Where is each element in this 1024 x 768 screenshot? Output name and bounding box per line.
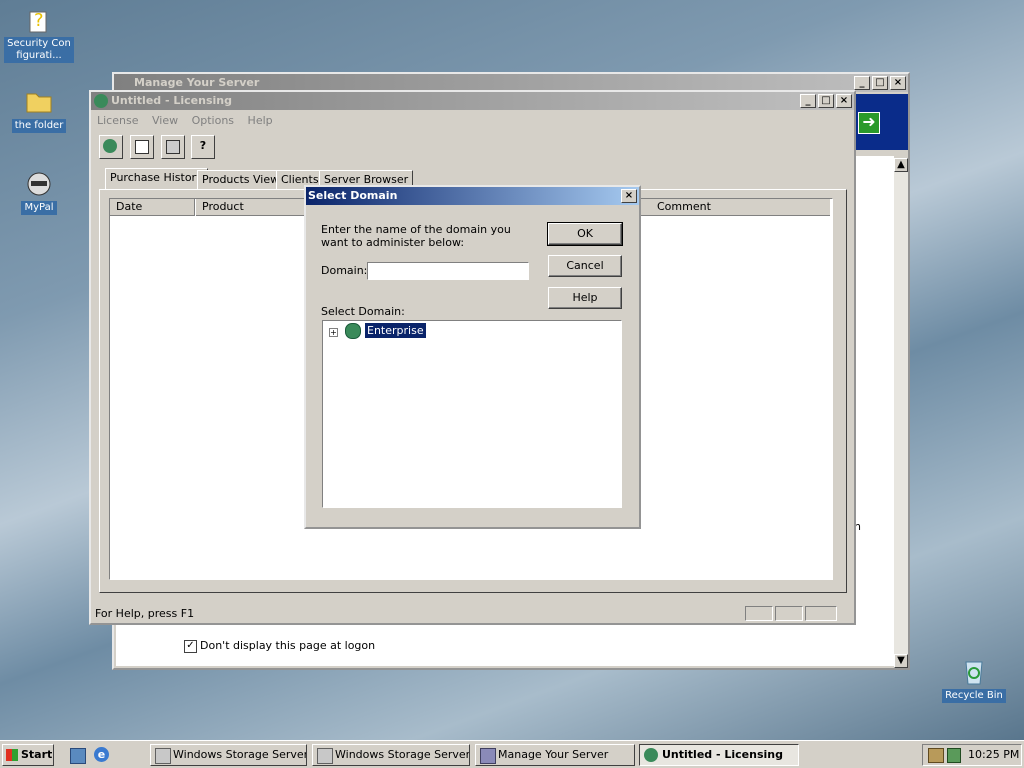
properties-icon: [166, 140, 180, 154]
maximize-button[interactable]: □: [818, 94, 834, 108]
close-button[interactable]: ×: [621, 189, 637, 203]
status-pane: [775, 606, 803, 621]
new-license-icon: [135, 140, 149, 154]
domain-tree[interactable]: + Enterprise: [322, 320, 622, 508]
desktop-icon-security-config[interactable]: ? Security Configurati...: [3, 4, 75, 63]
cancel-button[interactable]: Cancel: [548, 255, 622, 277]
close-button[interactable]: ×: [890, 76, 906, 90]
system-tray: 10:25 PM: [922, 744, 1022, 766]
status-text: For Help, press F1: [95, 607, 195, 620]
domain-label: Domain:: [321, 264, 368, 277]
storage-server-icon: [317, 748, 333, 764]
manage-server-icon: [480, 748, 496, 764]
dialog-titlebar[interactable]: Select Domain ×: [306, 187, 639, 205]
folder-icon: [24, 86, 54, 116]
status-bar: For Help, press F1: [93, 606, 851, 622]
status-pane: [805, 606, 837, 621]
scroll-up-button[interactable]: ▲: [894, 158, 908, 172]
toolbar-button-select-domain[interactable]: [99, 135, 123, 159]
scroll-down-button[interactable]: ▼: [894, 654, 908, 668]
column-header-comment[interactable]: Comment: [651, 199, 830, 216]
desktop-icon-recycle-bin[interactable]: Recycle Bin: [938, 656, 1010, 703]
help-icon: ?: [199, 139, 207, 152]
window-title: Manage Your Server: [134, 76, 260, 89]
domain-input[interactable]: [367, 262, 529, 280]
dialog-title: Select Domain: [308, 189, 398, 202]
toolbar: ?: [97, 134, 847, 160]
licensing-icon: [644, 748, 658, 762]
task-manage-server[interactable]: Manage Your Server: [475, 744, 635, 766]
help-button[interactable]: Help: [548, 287, 622, 309]
vertical-scrollbar[interactable]: ▲ ▼: [894, 158, 908, 668]
tab-purchase-history[interactable]: Purchase History: [105, 168, 208, 190]
status-pane: [745, 606, 773, 621]
minimize-button[interactable]: _: [854, 76, 870, 90]
select-domain-dialog: Select Domain × Enter the name of the do…: [304, 185, 641, 529]
task-label: Untitled - Licensing: [662, 748, 783, 761]
windows-logo-icon: [6, 749, 18, 761]
tray-volume-icon[interactable]: [947, 748, 961, 763]
menu-options[interactable]: Options: [192, 114, 234, 127]
select-domain-label: Select Domain:: [321, 305, 405, 318]
window-title: Untitled - Licensing: [111, 94, 232, 107]
close-button[interactable]: ×: [836, 94, 852, 108]
mypal-icon: [24, 168, 54, 198]
desktop-icon-label: Recycle Bin: [942, 689, 1006, 703]
desktop-icon-label: Security Configurati...: [4, 37, 74, 63]
enterprise-icon: [345, 323, 361, 339]
minimize-button[interactable]: _: [800, 94, 816, 108]
menu-bar: License View Options Help: [97, 114, 283, 127]
ok-button[interactable]: OK: [547, 222, 623, 246]
toolbar-button-new-license[interactable]: [130, 135, 154, 159]
security-config-icon: ?: [24, 4, 54, 34]
svg-text:?: ?: [34, 10, 44, 31]
tree-item-enterprise[interactable]: Enterprise: [364, 322, 427, 339]
clock: 10:25 PM: [968, 748, 1020, 761]
menu-view[interactable]: View: [152, 114, 178, 127]
desktop-icon-folder[interactable]: the folder: [3, 86, 75, 133]
toolbar-button-properties[interactable]: [161, 135, 185, 159]
dialog-instruction: Enter the name of the domain you want to…: [321, 223, 511, 249]
go-arrow-icon[interactable]: ➜: [858, 112, 880, 134]
desktop-icon-label: MyPal: [21, 201, 57, 215]
task-label: Windows Storage Server...: [173, 748, 307, 761]
storage-server-icon: [155, 748, 171, 764]
recycle-bin-icon: [959, 656, 989, 686]
menu-license[interactable]: License: [97, 114, 138, 127]
desktop-icon-label: the folder: [11, 119, 67, 133]
maximize-button[interactable]: □: [872, 76, 888, 90]
start-button[interactable]: Start: [2, 744, 54, 766]
licensing-titlebar[interactable]: Untitled - Licensing _ □ ×: [91, 92, 854, 110]
task-storage-server-2[interactable]: Windows Storage Server...: [312, 744, 470, 766]
task-storage-server-1[interactable]: Windows Storage Server...: [150, 744, 307, 766]
dont-display-checkbox[interactable]: ✓: [184, 640, 197, 653]
tab-products-view[interactable]: Products View: [197, 170, 285, 190]
column-header-date[interactable]: Date: [110, 199, 195, 216]
select-domain-icon: [103, 139, 117, 153]
menu-help[interactable]: Help: [248, 114, 273, 127]
licensing-app-icon: [94, 94, 108, 108]
taskbar: Start e Windows Storage Server... Window…: [0, 740, 1024, 768]
quicklaunch-ie-icon[interactable]: e: [94, 747, 109, 762]
desktop-icon-mypal[interactable]: MyPal: [3, 168, 75, 215]
task-label: Windows Storage Server...: [335, 748, 470, 761]
tray-network-icon[interactable]: [928, 748, 944, 763]
tree-expand-toggle[interactable]: +: [329, 328, 338, 337]
quicklaunch-desktop-icon[interactable]: [70, 748, 86, 764]
task-licensing[interactable]: Untitled - Licensing: [639, 744, 799, 766]
dont-display-label[interactable]: Don't display this page at logon: [200, 639, 375, 652]
task-label: Manage Your Server: [498, 748, 609, 761]
start-label: Start: [21, 748, 53, 761]
toolbar-button-help[interactable]: ?: [191, 135, 215, 159]
